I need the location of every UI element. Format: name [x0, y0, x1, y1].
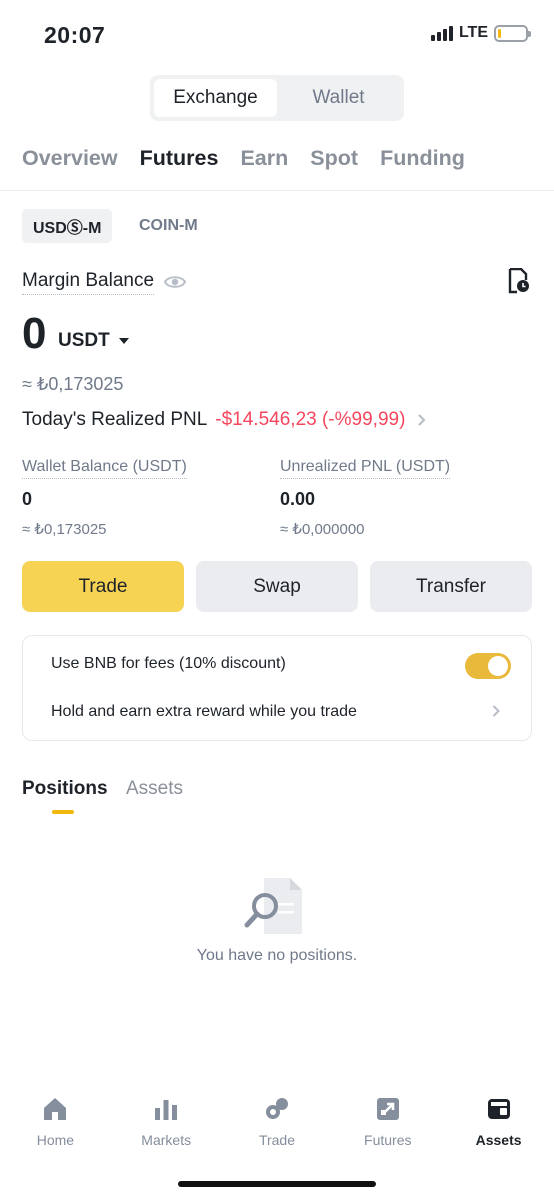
nav-label: Markets — [141, 1132, 192, 1148]
bnb-fees-card: Use BNB for fees (10% discount) Hold and… — [22, 635, 532, 741]
wallet-balance-value: 0 — [22, 489, 33, 509]
signal-icon — [430, 25, 453, 41]
tab-funding[interactable]: Funding — [380, 146, 465, 171]
currency-label: USDT — [58, 330, 110, 351]
bnb-fees-label: Use BNB for fees (10% discount) — [51, 655, 286, 672]
status-bar: 20:07 LTE — [0, 0, 554, 70]
history-icon[interactable] — [508, 268, 530, 294]
unrealized-pnl-label[interactable]: Unrealized PNL (USDT) — [280, 458, 451, 479]
bottom-navigation: Home Markets Trade Futures Assets — [0, 1090, 554, 1170]
nav-label: Trade — [258, 1132, 296, 1148]
wallet-balance-label[interactable]: Wallet Balance (USDT) — [22, 458, 187, 479]
segment-wallet[interactable]: Wallet — [277, 79, 400, 117]
pnl-label: Today's Realized PNL — [22, 409, 208, 430]
bnb-earn-link[interactable]: Hold and earn extra reward while you tra… — [51, 703, 357, 721]
bnb-fees-toggle[interactable] — [465, 653, 511, 679]
battery-icon — [494, 24, 531, 42]
tab-overview[interactable]: Overview — [22, 146, 118, 171]
unrealized-pnl-approx: ≈ ₺0,000000 — [280, 521, 365, 538]
markets-icon — [155, 1100, 178, 1120]
segment-exchange[interactable]: Exchange — [154, 79, 277, 117]
status-time: 20:07 — [44, 22, 106, 48]
home-icon — [44, 1098, 67, 1120]
nav-label: Futures — [364, 1132, 412, 1148]
active-tab-indicator — [52, 810, 74, 814]
trade-button[interactable]: Trade — [22, 561, 184, 612]
unrealized-pnl-block: Unrealized PNL (USDT) 0.00 ≈ ₺0,000000 — [280, 458, 451, 538]
nav-futures[interactable]: Futures — [332, 1090, 443, 1170]
nav-trade[interactable]: Trade — [222, 1090, 333, 1170]
unrealized-pnl-value: 0.00 — [280, 489, 316, 509]
tab-assets[interactable]: Assets — [126, 778, 183, 800]
futures-icon — [376, 1098, 399, 1120]
nav-markets[interactable]: Markets — [111, 1090, 222, 1170]
empty-state-message: You have no positions. — [196, 947, 358, 964]
chevron-right-icon — [418, 414, 426, 426]
account-tabs: Overview Futures Earn Spot Funding — [22, 146, 465, 171]
margin-balance-approx: ≈ ₺0,173025 — [22, 374, 124, 394]
margin-balance-label[interactable]: Margin Balance — [22, 270, 155, 295]
nav-label: Assets — [475, 1132, 522, 1148]
action-buttons: Trade Swap Transfer — [22, 561, 532, 612]
transfer-button[interactable]: Transfer — [370, 561, 532, 612]
exchange-wallet-switch: Exchange Wallet — [150, 75, 404, 121]
home-indicator — [178, 1181, 376, 1187]
tabs-divider — [0, 190, 554, 191]
subtab-coin-m[interactable]: COIN-M — [128, 209, 209, 243]
wallet-balance-block: Wallet Balance (USDT) 0 ≈ ₺0,173025 — [22, 458, 187, 538]
tab-futures[interactable]: Futures — [140, 146, 219, 171]
status-icons: LTE — [430, 24, 531, 42]
caret-down-icon — [118, 338, 129, 344]
tab-earn[interactable]: Earn — [240, 146, 288, 171]
currency-selector[interactable]: USDT — [58, 330, 129, 352]
tab-positions[interactable]: Positions — [22, 778, 108, 800]
network-label: LTE — [458, 24, 488, 41]
wallet-balance-approx: ≈ ₺0,173025 — [22, 521, 107, 538]
eye-icon[interactable] — [164, 272, 186, 292]
nav-home[interactable]: Home — [0, 1090, 111, 1170]
assets-icon — [487, 1099, 510, 1119]
tab-spot[interactable]: Spot — [310, 146, 358, 171]
nav-label: Home — [36, 1132, 75, 1148]
nav-assets[interactable]: Assets — [443, 1090, 554, 1170]
subtab-usds-m[interactable]: USDⓈ-M — [22, 209, 113, 243]
pnl-value: -$14.546,23 (-%99,99) — [215, 409, 406, 430]
trade-icon — [265, 1098, 288, 1119]
swap-button[interactable]: Swap — [196, 561, 358, 612]
margin-balance-value: 0 — [22, 309, 47, 358]
todays-pnl-row[interactable]: Today's Realized PNL -$14.546,23 (-%99,9… — [22, 409, 427, 431]
chevron-right-icon[interactable] — [492, 704, 501, 718]
no-results-icon — [244, 878, 302, 934]
